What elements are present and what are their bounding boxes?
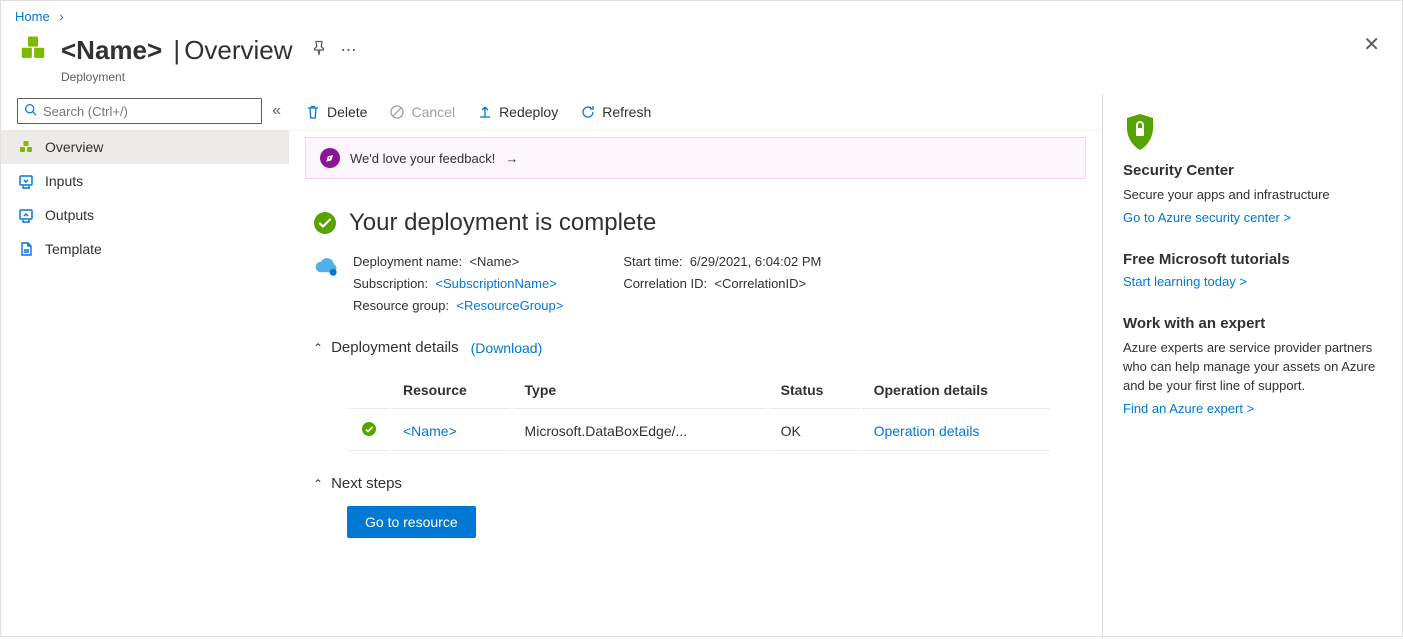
download-link[interactable]: (Download) [471,340,543,356]
dep-name-label: Deployment name: [353,254,462,269]
success-icon [361,421,377,437]
arrow-right-icon: → [505,151,518,166]
sidebar-item-template[interactable]: Template [1,232,289,266]
sidebar-item-overview[interactable]: Overview [1,130,289,164]
feedback-text: We'd love your feedback! [350,151,495,166]
col-type: Type [513,372,767,409]
outputs-icon [17,206,35,224]
dep-corr-value: <CorrelationID> [714,276,806,291]
toolbar: Delete Cancel Redeploy Refresh [289,94,1102,131]
row-op-link[interactable]: Operation details [874,423,980,439]
redeploy-label: Redeploy [499,104,558,120]
next-steps-toggle[interactable]: ⌃ Next steps [313,475,1078,492]
cancel-label: Cancel [411,104,455,120]
col-status: Status [769,372,860,409]
chevron-up-icon: ⌃ [313,341,323,355]
resource-group-icon [15,32,51,68]
row-status: OK [769,411,860,451]
page-header: <Name> |Overview ⋯ ✕ [1,28,1402,70]
col-resource: Resource [391,372,511,409]
row-type: Microsoft.DataBoxEdge/... [513,411,767,451]
dep-rg-label: Resource group: [353,298,449,313]
deployment-status-heading: Your deployment is complete [349,209,656,237]
expert-text: Azure experts are service provider partn… [1123,338,1382,395]
template-icon [17,240,35,258]
sidebar-item-label: Template [45,241,102,257]
refresh-label: Refresh [602,104,651,120]
sidebar-item-outputs[interactable]: Outputs [1,198,289,232]
dep-sub-link[interactable]: <SubscriptionName> [435,276,556,291]
col-op: Operation details [862,372,1050,409]
table-row: <Name> Microsoft.DataBoxEdge/... OK Oper… [349,411,1050,451]
title-name: <Name> [61,35,162,65]
title-page: Overview [184,35,292,65]
delete-label: Delete [327,104,367,120]
page-subtitle: Deployment [1,70,1402,94]
search-icon [24,103,37,119]
sidebar-item-inputs[interactable]: Inputs [1,164,289,198]
dep-corr-label: Correlation ID: [623,276,707,291]
delete-button[interactable]: Delete [305,104,367,120]
expert-title: Work with an expert [1123,315,1382,332]
chevron-up-icon: ⌃ [313,477,323,491]
right-panel: Security Center Secure your apps and inf… [1102,94,1402,639]
expert-link[interactable]: Find an Azure expert > [1123,401,1254,416]
shield-icon [1123,112,1157,152]
sidebar-item-label: Inputs [45,173,83,189]
cancel-button: Cancel [389,104,455,120]
deployment-details-title: Deployment details [331,339,459,356]
breadcrumb-home[interactable]: Home [15,9,50,24]
chevron-right-icon: › [59,9,63,24]
cloud-icon [313,253,341,281]
search-input-wrap[interactable] [17,98,262,124]
dep-start-value: 6/29/2021, 6:04:02 PM [690,254,822,269]
tutorials-link[interactable]: Start learning today > [1123,274,1247,289]
security-center-title: Security Center [1123,162,1382,179]
more-icon[interactable]: ⋯ [341,40,357,60]
collapse-sidebar-icon[interactable]: « [272,102,281,120]
inputs-icon [17,172,35,190]
pin-icon[interactable] [311,40,327,61]
sidebar-item-label: Outputs [45,207,94,223]
next-steps-title: Next steps [331,475,402,492]
deployment-details-toggle[interactable]: ⌃ Deployment details (Download) [313,339,1078,356]
security-center-link[interactable]: Go to Azure security center > [1123,210,1291,225]
dep-rg-link[interactable]: <ResourceGroup> [456,298,563,313]
sidebar: « Overview Inputs Outputs Template [1,94,289,639]
page-title: <Name> |Overview [61,35,293,65]
security-center-text: Secure your apps and infrastructure [1123,185,1382,204]
search-input[interactable] [43,99,261,123]
row-resource-link[interactable]: <Name> [403,423,457,439]
refresh-button[interactable]: Refresh [580,104,651,120]
feedback-icon [320,148,340,168]
close-icon[interactable]: ✕ [1363,32,1380,57]
deployment-table: Resource Type Status Operation details [347,370,1052,453]
dep-name-value: <Name> [469,254,519,269]
redeploy-button[interactable]: Redeploy [477,104,558,120]
overview-icon [17,138,35,156]
sidebar-item-label: Overview [45,139,103,155]
breadcrumb: Home › [1,1,1402,28]
success-icon [313,211,337,235]
go-to-resource-button[interactable]: Go to resource [347,506,476,538]
feedback-banner[interactable]: We'd love your feedback! → [305,137,1086,179]
dep-start-label: Start time: [623,254,682,269]
tutorials-title: Free Microsoft tutorials [1123,251,1382,268]
dep-sub-label: Subscription: [353,276,428,291]
